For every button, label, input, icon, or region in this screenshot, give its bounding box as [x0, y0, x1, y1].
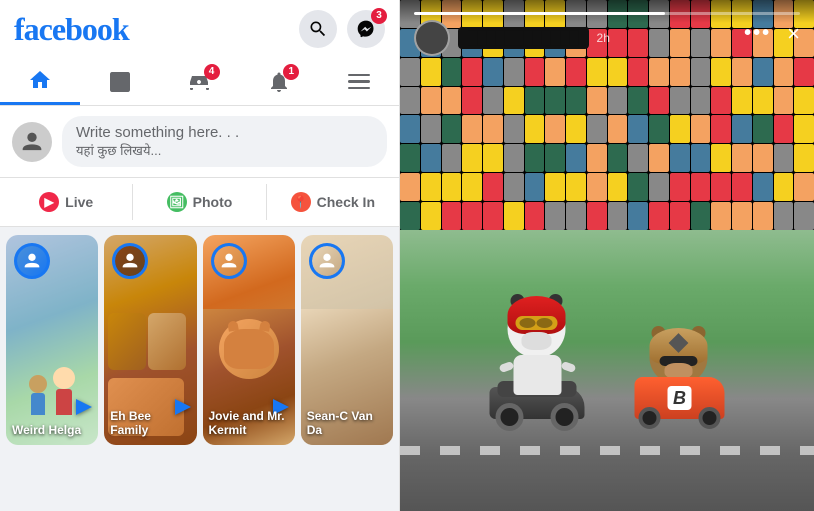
- post-placeholder-line2: यहां कुछ लिखये...: [76, 141, 373, 159]
- story-avatar-4: [309, 243, 345, 279]
- story-card-2[interactable]: Eh Bee Family: [104, 235, 196, 445]
- story-viewer-avatar: [414, 20, 450, 56]
- story-progress-bar: [414, 12, 800, 15]
- racing-characters: B: [490, 300, 725, 419]
- story-arrow-1: [76, 399, 92, 415]
- story-user-info: ████████████ 2h: [414, 20, 610, 56]
- story-avatar-1: [14, 243, 50, 279]
- search-icon: [308, 19, 328, 39]
- story-label-4: Sean-C Van Da: [307, 409, 387, 437]
- story-avatar-3: [211, 243, 247, 279]
- home-icon: [28, 68, 52, 92]
- facebook-left-panel: facebook 3: [0, 0, 400, 511]
- live-icon: ▶: [39, 192, 59, 212]
- post-placeholder-line1: Write something here. . .: [76, 124, 373, 141]
- story-top-actions: ••• ×: [744, 22, 800, 45]
- photo-button[interactable]: 🖼 Photo: [133, 184, 266, 220]
- story-card-3[interactable]: Jovie and Mr. Kermit: [203, 235, 295, 445]
- story-username-redacted: ████████████: [458, 27, 589, 49]
- story-figure: [53, 367, 75, 415]
- story-viewer: B ████████████ 2h ••• ×: [400, 0, 814, 511]
- user-avatar: [12, 122, 52, 162]
- messenger-button[interactable]: 3: [347, 10, 385, 48]
- track-stripe: [400, 446, 814, 454]
- story-progress-fill: [414, 12, 665, 15]
- nav-tabs: 4 1: [0, 58, 399, 106]
- checkin-icon: 📍: [291, 192, 311, 212]
- story-figure: [29, 375, 47, 415]
- video-icon: [108, 70, 132, 94]
- photo-icon: 🖼: [167, 192, 187, 212]
- facebook-logo: facebook: [14, 11, 129, 48]
- checkin-button[interactable]: 📍 Check In: [267, 184, 399, 220]
- story-card-1[interactable]: Weird Helga: [6, 235, 98, 445]
- photo-label: Photo: [193, 194, 233, 210]
- story-more-button[interactable]: •••: [744, 22, 771, 45]
- kart-number: B: [673, 388, 686, 409]
- live-label: Live: [65, 194, 93, 210]
- create-post-area: Write something here. . . यहां कुछ लिखये…: [0, 106, 399, 177]
- story-label-2: Eh Bee Family: [110, 409, 190, 437]
- tab-notifications[interactable]: 1: [239, 58, 319, 105]
- racing-background: B: [400, 0, 814, 511]
- tab-video[interactable]: [80, 58, 160, 105]
- tab-home[interactable]: [0, 58, 80, 105]
- story-time: 2h: [597, 31, 610, 45]
- live-button[interactable]: ▶ Live: [0, 184, 133, 220]
- hamburger-icon: [346, 72, 372, 92]
- story-card-4[interactable]: Sean-C Van Da: [301, 235, 393, 445]
- story-label-3: Jovie and Mr. Kermit: [209, 409, 289, 437]
- story-label-1: Weird Helga: [12, 423, 92, 437]
- story-close-button[interactable]: ×: [787, 23, 800, 45]
- header-icons: 3: [299, 10, 385, 48]
- search-button[interactable]: [299, 10, 337, 48]
- checkin-label: Check In: [317, 194, 375, 210]
- story-avatar-2: [112, 243, 148, 279]
- person-icon: [18, 128, 46, 156]
- tab-marketplace[interactable]: 4: [160, 58, 240, 105]
- stories-section: Weird Helga: [0, 227, 399, 511]
- marketplace-badge: 4: [204, 64, 220, 80]
- tab-menu[interactable]: [319, 58, 399, 105]
- messenger-badge: 3: [371, 8, 387, 24]
- app-header: facebook 3: [0, 0, 399, 58]
- post-input[interactable]: Write something here. . . यहां कुछ लिखये…: [62, 116, 387, 167]
- post-action-buttons: ▶ Live 🖼 Photo 📍 Check In: [0, 177, 399, 227]
- stories-row: Weird Helga: [6, 235, 393, 445]
- story-top-bar: [400, 0, 814, 23]
- notifications-badge: 1: [283, 64, 299, 80]
